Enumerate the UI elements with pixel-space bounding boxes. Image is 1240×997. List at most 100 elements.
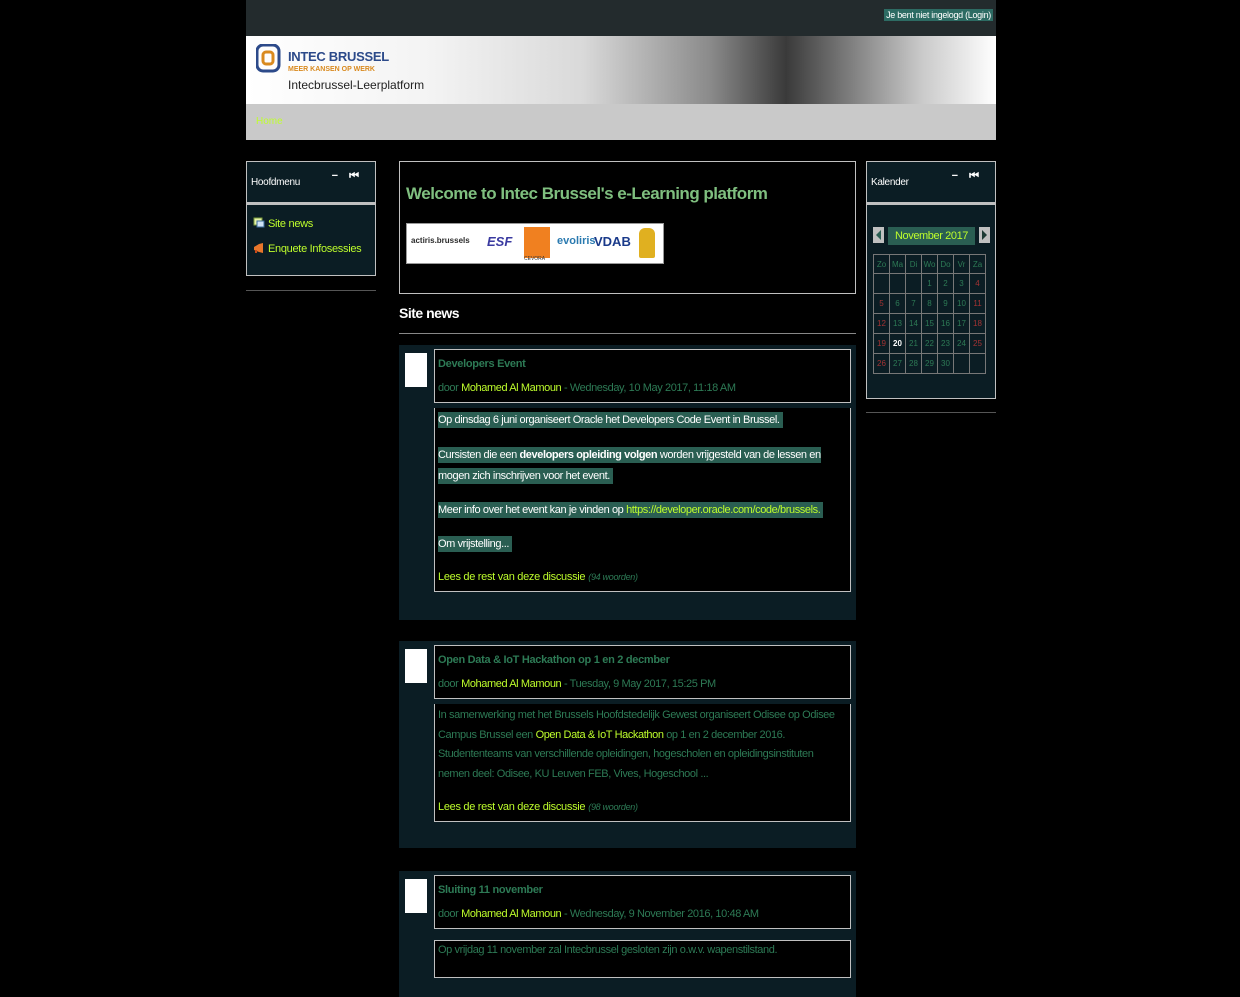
read-more-link[interactable]: Lees de rest van deze discussie (94 woord… [438,571,638,583]
word-count: (94 woorden) [588,572,638,582]
post-author-link[interactable]: Mohamed Al Mamoun [461,382,562,394]
menu-item-enquete[interactable]: Enquete Infosessies [253,242,362,255]
cevora-label: CEVORA [524,256,546,262]
post-meta: door Mohamed Al Mamoun - Tuesday, 9 May … [438,678,716,690]
intec-logo-icon [256,44,281,73]
news-post: Open Data & IoT Hackathon op 1 en 2 decm… [399,641,856,848]
main-menu-block: Hoofdmenu − ⏮ Site news Enquete Infosess… [246,161,376,276]
calendar-day: 26 [873,353,890,374]
menu-item-label: Enquete Infosessies [268,243,362,255]
post-header: Sluiting 11 november door Mohamed Al Mam… [434,875,851,929]
evoliris-logo: evoliris [557,235,596,247]
calendar-day: 13 [889,313,906,334]
calendar-day: 3 [953,273,970,294]
org-tagline: MEER KANSEN OP WERK [288,66,375,73]
next-month-button[interactable] [979,227,990,243]
calendar-day: 4 [969,273,986,294]
calendar-empty-cell [969,353,986,374]
post-subject: Open Data & IoT Hackathon op 1 en 2 decm… [438,654,670,666]
calendar-day: 12 [873,313,890,334]
brussels-iris-logo [639,228,655,258]
day-header: Do [937,254,954,274]
megaphone-icon [254,243,263,253]
calendar-empty-cell [873,273,890,294]
calendar-day: 8 [921,293,938,314]
site-news-heading: Site news [399,305,460,321]
post-date: - Wednesday, 9 November 2016, 10:48 AM [563,908,759,920]
arrow-left-icon [876,230,881,240]
day-header: Ma [889,254,906,274]
calendar-day: 6 [889,293,906,314]
calendar-title: Kalender [871,177,909,188]
calendar-day: 2 [937,273,954,294]
post-paragraph: In samenwerking met het Brussels Hoofdst… [438,709,835,741]
calendar-day: 21 [905,333,922,354]
calendar-day: 11 [969,293,986,314]
calendar-nav: November 2017 [873,227,990,245]
day-header: Di [905,254,922,274]
post-meta: door Mohamed Al Mamoun - Wednesday, 9 No… [438,908,759,920]
calendar-empty-cell [953,353,970,374]
calendar-day: 15 [921,313,938,334]
news-post: Developers Event door Mohamed Al Mamoun … [399,345,856,620]
divider [866,412,996,413]
calendar-week: 12 13 14 15 16 17 18 [873,313,986,334]
calendar-day: 14 [905,313,922,334]
post-author-link[interactable]: Mohamed Al Mamoun [461,678,562,690]
calendar-day: 1 [921,273,938,294]
calendar-day: 10 [953,293,970,314]
post-date: - Wednesday, 10 May 2017, 11:18 AM [563,382,736,394]
post-body: Op vrijdag 11 november zal Intecbrussel … [434,940,851,978]
day-header: Vr [953,254,970,274]
calendar-day: 7 [905,293,922,314]
post-subject: Sluiting 11 november [438,884,543,896]
header-banner: INTEC BRUSSEL MEER KANSEN OP WERK Intecb… [246,36,996,104]
read-more-link[interactable]: Lees de rest van deze discussie (98 woord… [438,801,638,813]
calendar-day: 24 [953,333,970,354]
qr-avatar-icon [405,353,427,387]
partner-logos: actiris.brussels ESF CEVORA evoliris VDA… [406,223,664,264]
page: Je bent niet ingelogd (Login) INTEC BRUS… [246,0,996,997]
post-date: - Tuesday, 9 May 2017, 15:25 PM [563,678,716,690]
day-header: Zo [873,254,890,274]
calendar-day: 17 [953,313,970,334]
welcome-box: Welcome to Intec Brussel's e-Learning pl… [399,161,856,294]
qr-avatar-icon [405,649,427,683]
cevora-logo [524,227,550,258]
day-header: Za [969,254,986,274]
arrow-right-icon [982,230,987,240]
forum-icon [253,217,265,228]
prev-month-button[interactable] [873,227,884,243]
post-body: Op dinsdag 6 juni organiseert Oracle het… [434,408,851,592]
welcome-title: Welcome to Intec Brussel's e-Learning pl… [406,184,768,203]
post-meta: door Mohamed Al Mamoun - Wednesday, 10 M… [438,382,736,394]
menu-item-label: Site news [268,218,313,230]
calendar-empty-cell [889,273,906,294]
post-header: Developers Event door Mohamed Al Mamoun … [434,349,851,403]
calendar-week: 26 27 28 29 30 [873,353,986,374]
block-controls[interactable]: − ⏮ [952,170,983,183]
menu-item-site-news[interactable]: Site news [253,217,313,230]
calendar-week: 19 20 21 22 23 24 25 [873,333,986,354]
post-subject: Developers Event [438,358,526,370]
calendar-day: 19 [873,333,890,354]
nav-bar: Home [246,104,996,140]
login-link[interactable]: Je bent niet ingelogd (Login) [884,9,993,21]
calendar-header: Kalender − ⏮ [867,162,995,205]
calendar-day: 29 [921,353,938,374]
post-author-link[interactable]: Mohamed Al Mamoun [461,908,562,920]
block-controls[interactable]: − ⏮ [332,170,363,183]
hackathon-link[interactable]: Open Data & IoT Hackathon [536,729,664,741]
calendar-day: 5 [873,293,890,314]
org-name: INTEC BRUSSEL [288,49,389,64]
oracle-link[interactable]: https://developer.oracle.com/code/brusse… [626,504,821,516]
divider [246,290,376,291]
post-body: In samenwerking met het Brussels Hoofdst… [434,704,851,822]
top-bar: Je bent niet ingelogd (Login) [246,0,996,36]
calendar-day: 18 [969,313,986,334]
post-paragraph: Op dinsdag 6 juni organiseert Oracle het… [438,410,840,431]
nav-home-link[interactable]: Home [256,116,283,127]
esf-logo: ESF [487,234,513,249]
main-menu-header: Hoofdmenu − ⏮ [247,162,375,205]
post-paragraph: Studententeams van verschillende opleidi… [438,748,814,780]
